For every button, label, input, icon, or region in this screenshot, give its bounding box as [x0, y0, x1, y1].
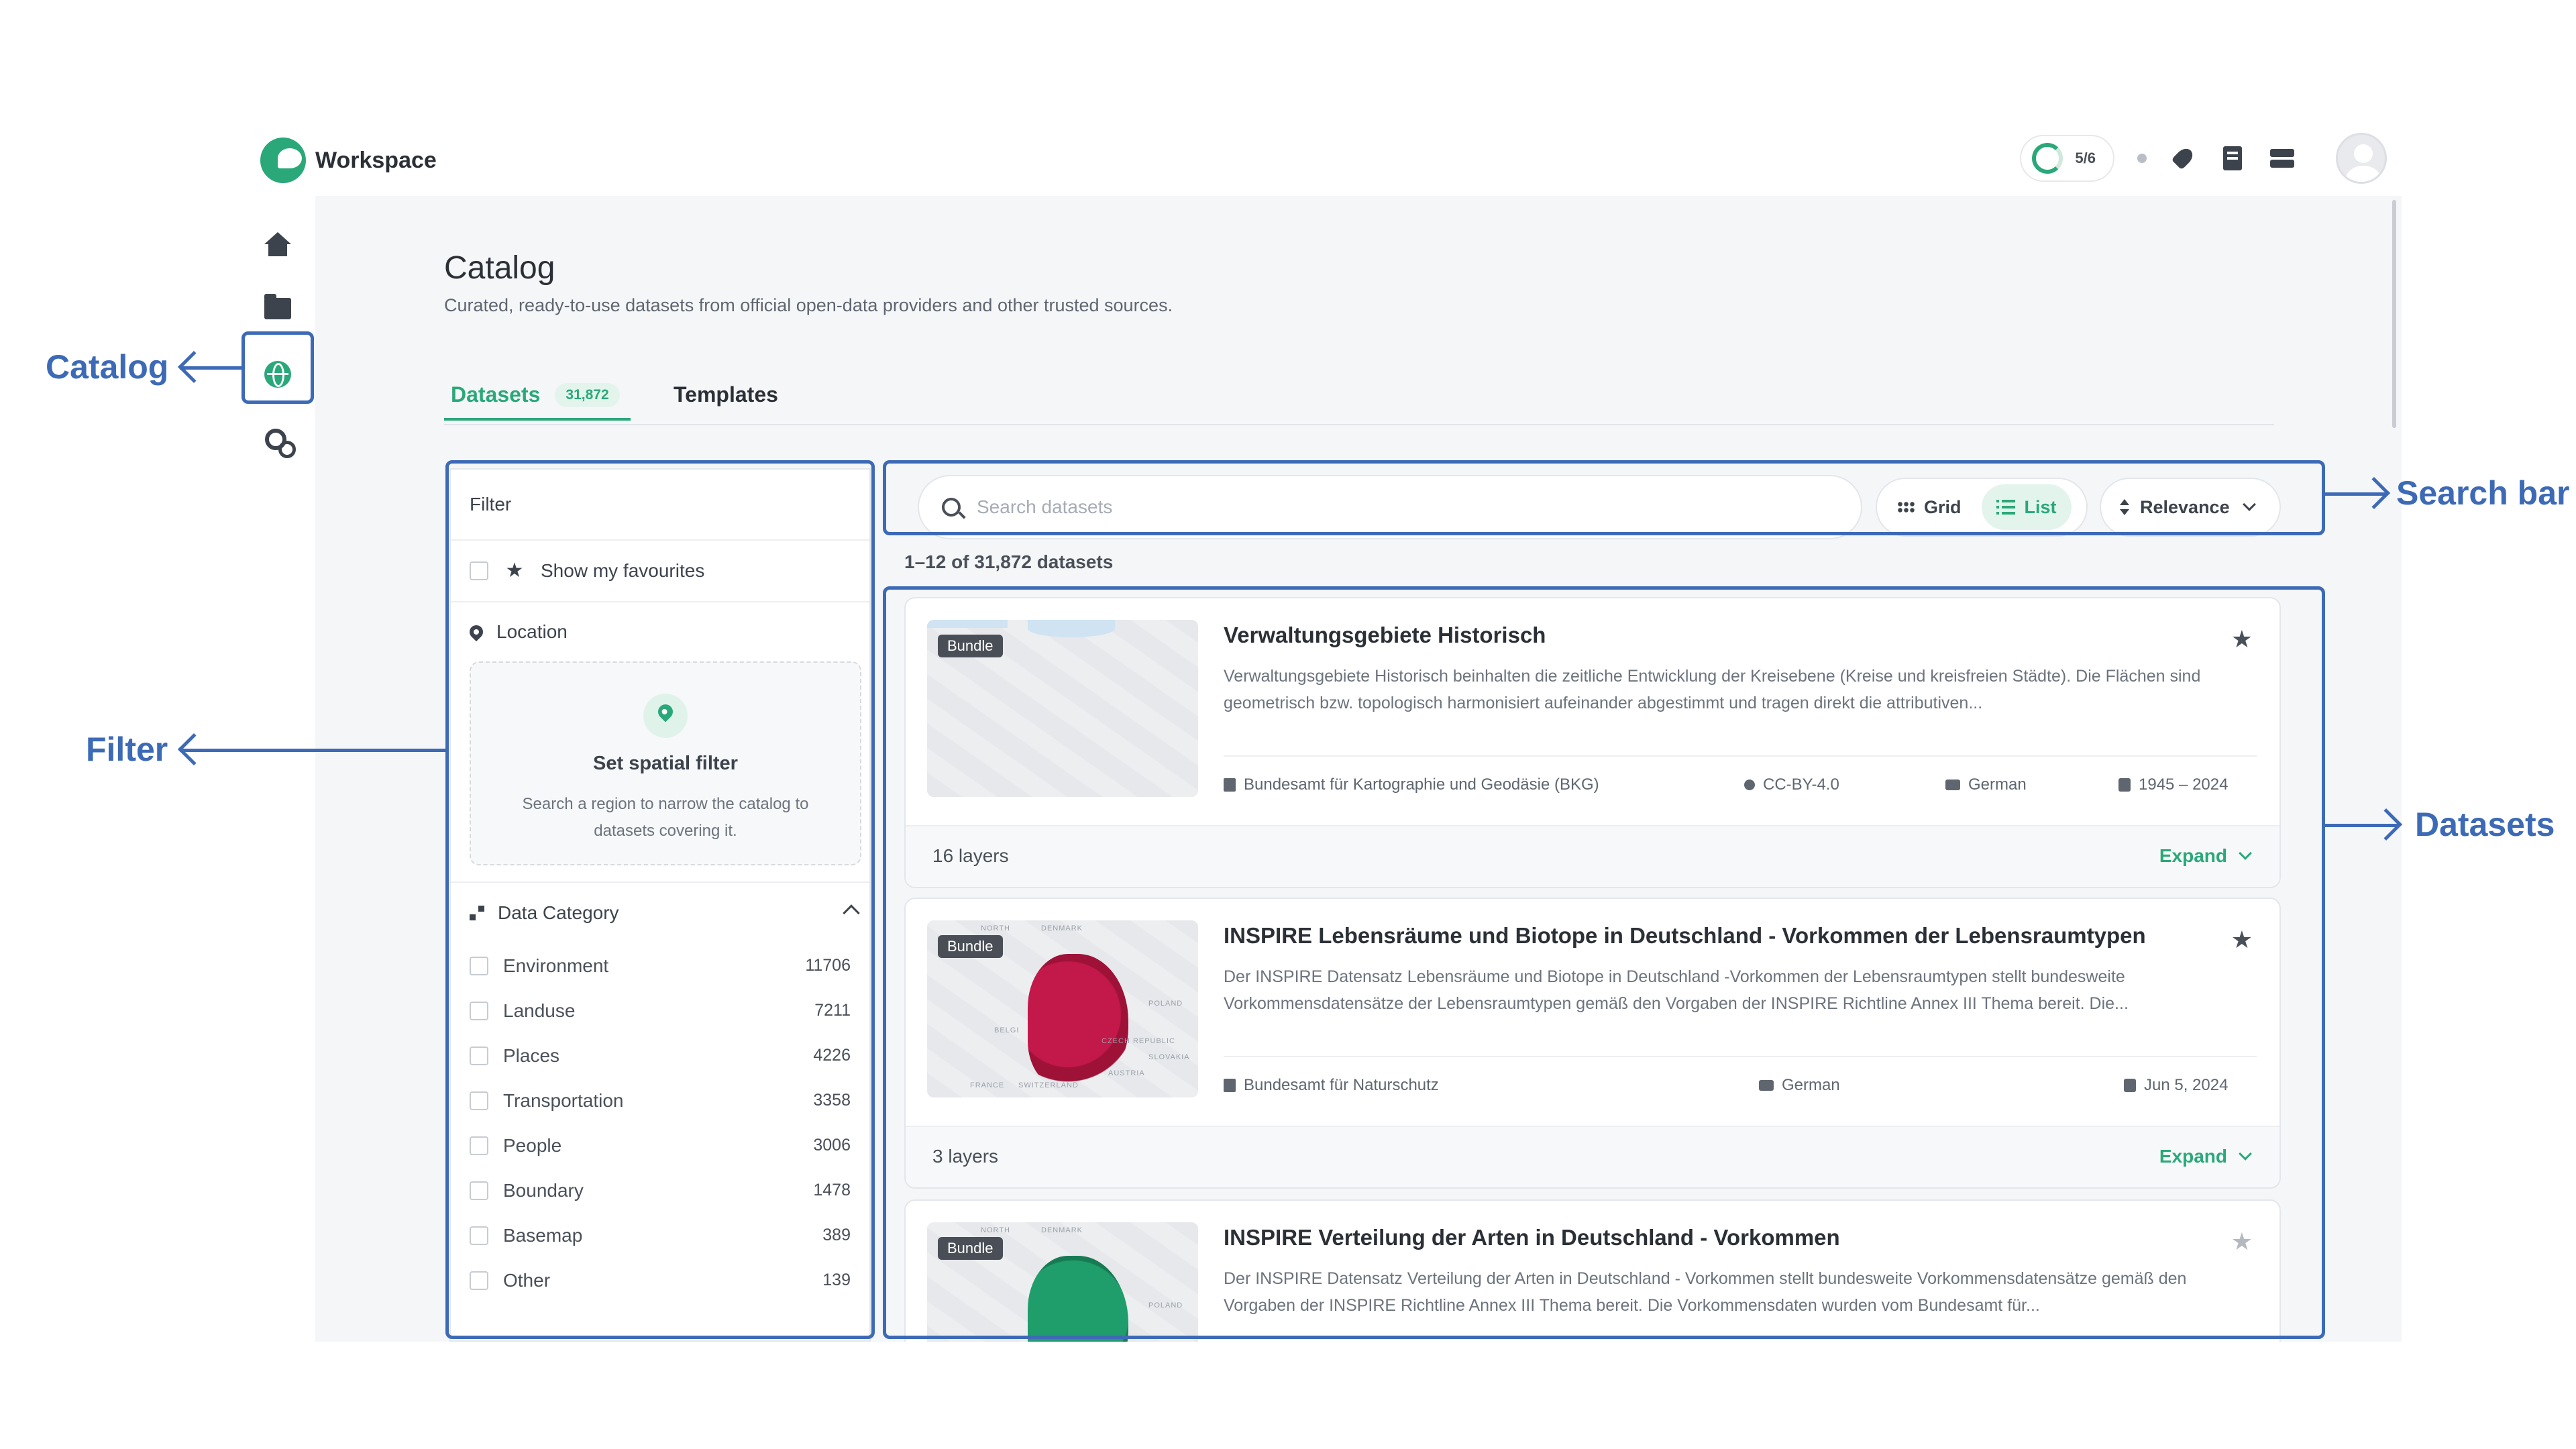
tab-datasets-label: Datasets: [451, 382, 541, 407]
tab-bar: Datasets 31,872 Templates: [444, 369, 2274, 425]
progress-text: 5/6: [2075, 150, 2096, 166]
sidebar-item-home[interactable]: [259, 225, 297, 263]
annotation-catalog: Catalog: [46, 348, 169, 386]
gears-icon: [264, 427, 296, 458]
arrow-head-icon: [177, 350, 211, 384]
sidebar-item-settings[interactable]: [259, 421, 297, 459]
annotation-filter: Filter: [86, 731, 168, 768]
app-name: Workspace: [315, 147, 437, 173]
sidebar-item-projects[interactable]: [259, 290, 297, 327]
arrow-head-icon: [177, 733, 211, 766]
progress-ring-icon: [2032, 143, 2063, 174]
rocket-icon[interactable]: [2169, 145, 2196, 172]
tab-templates[interactable]: Templates: [674, 382, 778, 407]
search-bar-highlight: [883, 460, 2325, 535]
filter-highlight: [445, 460, 875, 1339]
annotation-arrow: [180, 749, 445, 752]
datasets-count-badge: 31,872: [555, 382, 620, 407]
tab-templates-label: Templates: [674, 382, 778, 407]
book-icon[interactable]: [2219, 145, 2246, 172]
annotation-search-bar: Search bar: [2396, 474, 2570, 512]
server-icon[interactable]: [2269, 145, 2296, 172]
home-icon: [264, 232, 291, 256]
top-bar-actions: 5/6: [2020, 133, 2387, 184]
top-bar: Workspace 5/6: [240, 125, 2400, 196]
workspace-logo[interactable]: [260, 138, 306, 183]
catalog-highlight: [241, 331, 314, 404]
scrollbar[interactable]: [2392, 200, 2396, 428]
onboarding-progress[interactable]: 5/6: [2020, 135, 2114, 182]
datasets-highlight: [883, 586, 2325, 1339]
annotation-datasets: Datasets: [2415, 806, 2555, 843]
user-avatar[interactable]: [2336, 133, 2387, 184]
results-count: 1–12 of 31,872 datasets: [904, 551, 1114, 572]
page-subtitle: Curated, ready-to-use datasets from offi…: [444, 295, 1173, 315]
tab-datasets[interactable]: Datasets 31,872: [444, 382, 631, 421]
status-dot: [2137, 154, 2147, 163]
page-title: Catalog: [444, 250, 555, 286]
folder-icon: [264, 294, 291, 319]
